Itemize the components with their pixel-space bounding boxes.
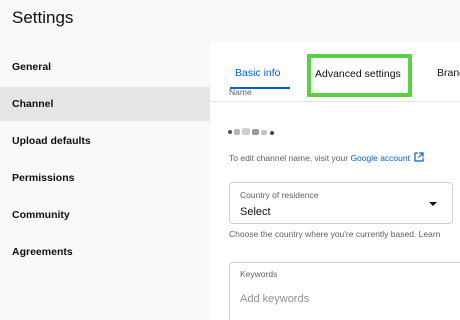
sidebar-item-permissions[interactable]: Permissions xyxy=(0,161,210,195)
tabs-divider xyxy=(210,101,460,102)
country-help-text: Choose the country where you're currentl… xyxy=(229,229,441,239)
settings-sidebar: General Channel Upload defaults Permissi… xyxy=(0,42,210,320)
keywords-field[interactable]: Keywords xyxy=(229,262,460,320)
edit-name-help: To edit channel name, visit your Google … xyxy=(229,152,424,163)
keywords-input[interactable] xyxy=(240,293,440,305)
sidebar-item-community[interactable]: Community xyxy=(0,198,210,232)
country-select-value: Select xyxy=(240,206,271,218)
tab-advanced-settings[interactable]: Advanced settings xyxy=(307,54,412,97)
open-in-new-icon[interactable] xyxy=(414,152,424,162)
caret-down-icon xyxy=(429,202,437,206)
edit-name-help-text: To edit channel name, visit your xyxy=(229,153,351,163)
keywords-label: Keywords xyxy=(240,269,278,279)
google-account-link[interactable]: Google account xyxy=(350,153,410,163)
tab-advanced-settings-label: Advanced settings xyxy=(315,68,401,80)
tab-basic-info[interactable]: Basic info xyxy=(235,67,281,79)
country-of-residence-select[interactable]: Country of residence Select xyxy=(229,182,453,224)
page-title: Settings xyxy=(12,8,74,27)
sidebar-item-upload-defaults[interactable]: Upload defaults xyxy=(0,124,210,158)
tab-branding[interactable]: Brand xyxy=(437,67,460,79)
settings-header: Settings xyxy=(0,0,460,42)
channel-name-blurred xyxy=(228,126,278,138)
sidebar-item-channel[interactable]: Channel xyxy=(0,87,210,121)
name-label: Name xyxy=(229,87,252,97)
sidebar-item-agreements[interactable]: Agreements xyxy=(0,235,210,269)
sidebar-item-general[interactable]: General xyxy=(0,50,210,84)
country-select-label: Country of residence xyxy=(240,190,319,200)
